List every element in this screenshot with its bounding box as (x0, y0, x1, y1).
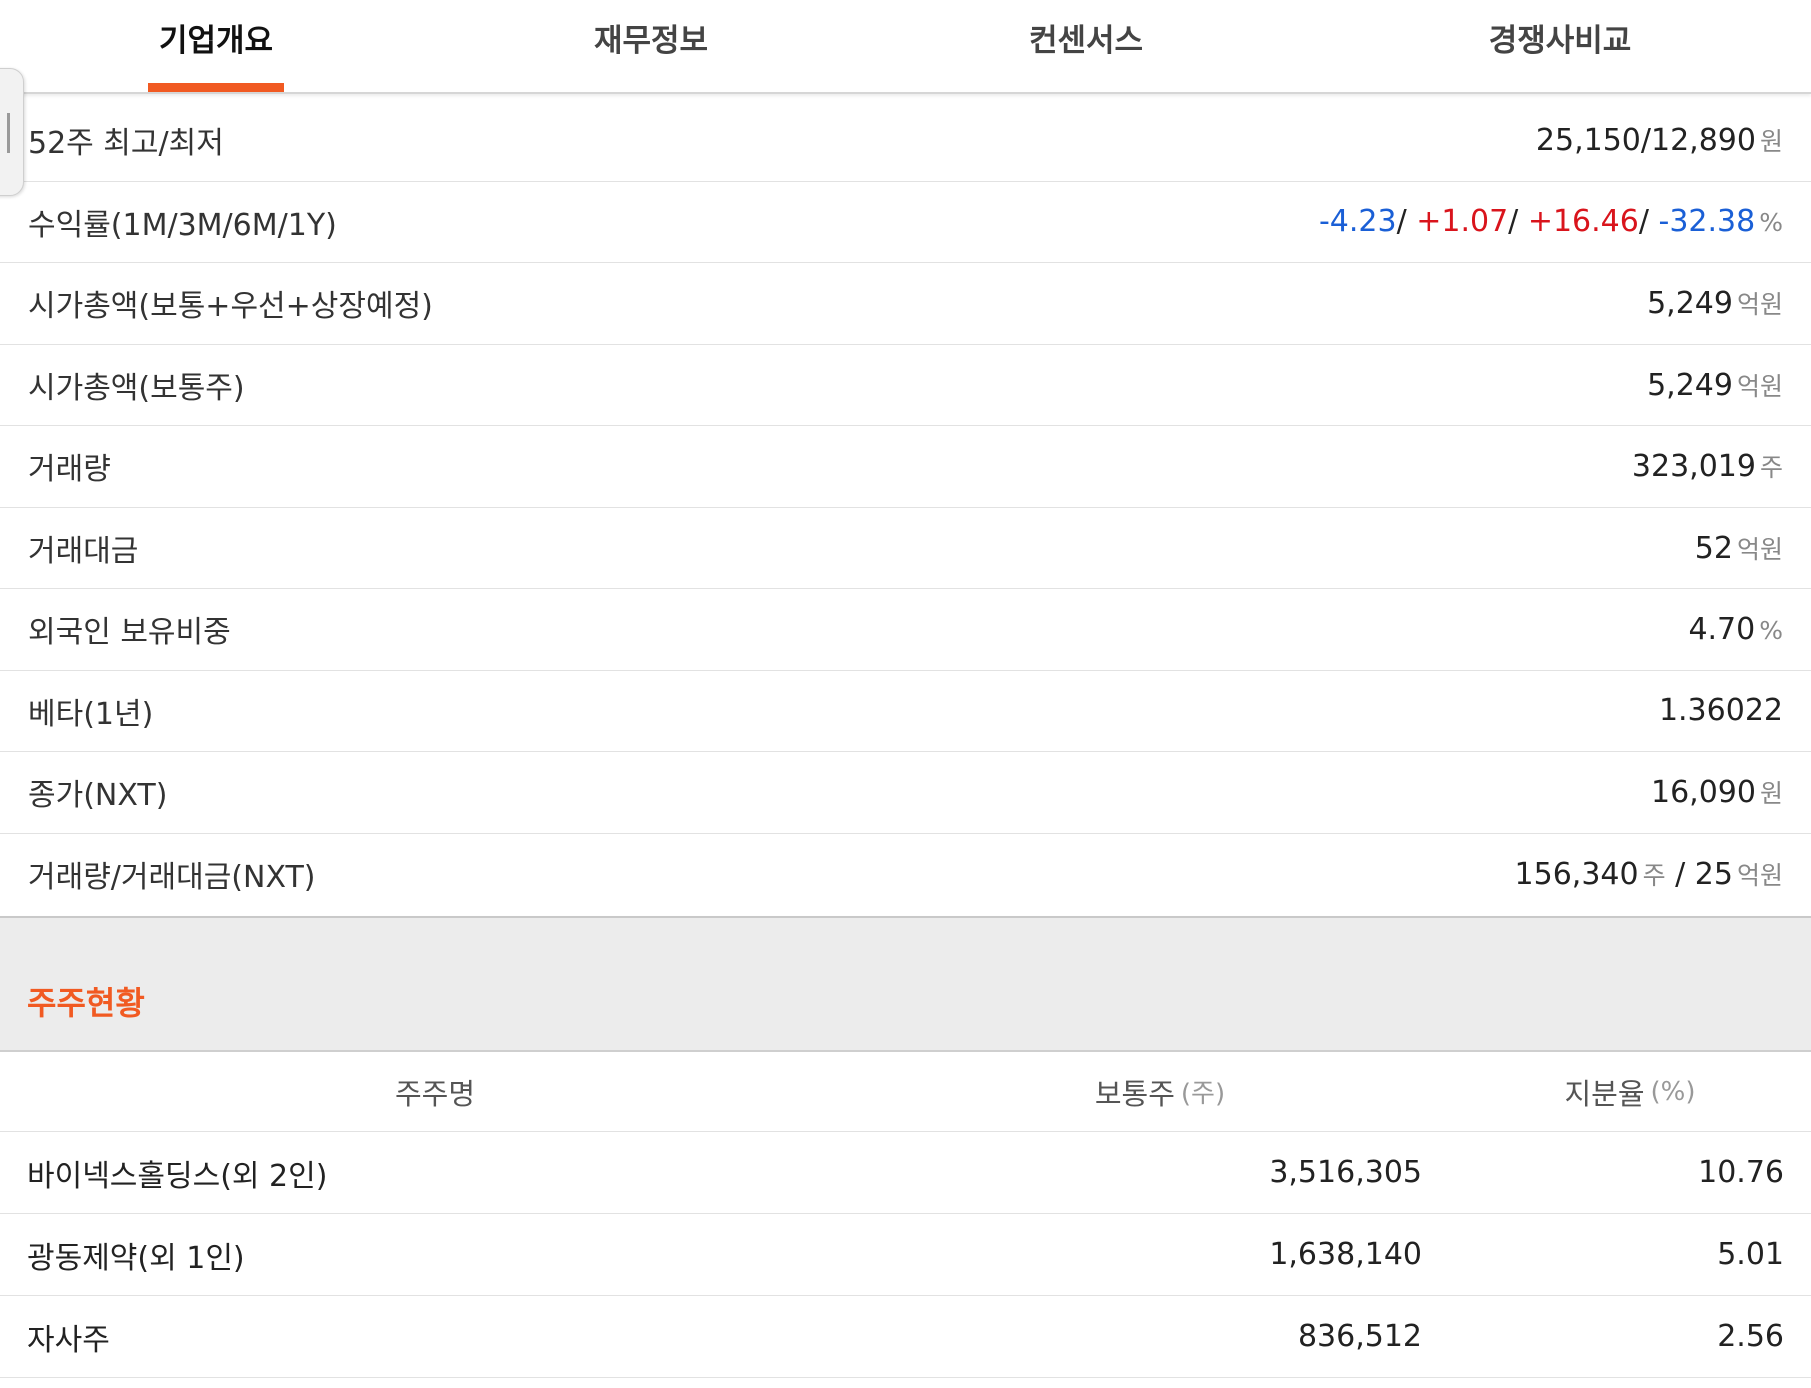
row-value: 25,150/12,890 원 (1536, 122, 1783, 158)
tab-label: 경쟁사비교 (1488, 23, 1632, 59)
column-header-name: 주주명 (394, 1076, 476, 1111)
row-label: 베타(1년) (28, 696, 154, 732)
row-value: 16,090 원 (1651, 774, 1783, 810)
row-label: 종가(NXT) (28, 778, 168, 814)
value-text: 156,340 (1514, 857, 1639, 893)
column-header-common: 보통주 (주) (1000, 1052, 1320, 1131)
separator: / (1396, 204, 1417, 240)
column-header-ratio: 지분율 (%) (1450, 1052, 1810, 1131)
tab-financial-info[interactable]: 재무정보 (581, 0, 721, 92)
unit-text: 억원 (1736, 371, 1783, 401)
value-text: 25 (1694, 857, 1733, 893)
return-6m: +16.46 (1527, 204, 1639, 240)
tab-label: 기업개요 (158, 23, 274, 59)
unit-text: (%) (1650, 1076, 1696, 1107)
info-row-market-cap-total: 시가총액(보통+우선+상장예정) 5,249 억원 (0, 263, 1811, 345)
row-value: -4.23/ +1.07/ +16.46/ -32.38% (1319, 204, 1783, 239)
value-text: 52 (1694, 530, 1733, 566)
unit-text: 원 (1759, 779, 1783, 809)
tab-label: 재무정보 (593, 23, 709, 59)
row-label: 거래대금 (28, 533, 139, 569)
unit-text: % (1759, 208, 1783, 238)
row-value: 52 억원 (1695, 530, 1783, 566)
value-text: 25,150/12,890 (1535, 123, 1756, 159)
unit-text: 주 (1642, 861, 1666, 891)
value-text: 1.36022 (1658, 693, 1783, 729)
info-row-trade-value: 거래대금 52 억원 (0, 508, 1811, 589)
header-text: 지분율 (1564, 1076, 1645, 1111)
row-value: 4.70% (1688, 612, 1783, 647)
info-row-volume: 거래량 323,019 주 (0, 426, 1811, 508)
row-label: 수익률(1M/3M/6M/1Y) (28, 207, 337, 243)
row-value: 323,019 주 (1632, 448, 1783, 484)
shareholders-section-header: 주주현황 (0, 918, 1811, 1052)
separator: / (1508, 204, 1528, 240)
unit-text: % (1759, 615, 1783, 645)
common-shares: 836,512 (1297, 1319, 1422, 1354)
unit-text: 억원 (1736, 534, 1783, 564)
row-value: 1.36022 (1659, 693, 1783, 728)
tab-company-overview[interactable]: 기업개요 (148, 0, 284, 92)
row-value: 156,340 주 / 25 억원 (1515, 856, 1783, 892)
row-value: 5,249 억원 (1647, 367, 1783, 403)
shareholder-name: 바이넥스홀딩스(외 2인) (27, 1158, 328, 1194)
common-shares: 1,638,140 (1269, 1237, 1422, 1272)
side-panel-handle[interactable] (0, 68, 24, 196)
value-text: 16,090 (1651, 775, 1756, 811)
shareholder-name: 자사주 (27, 1322, 110, 1358)
return-1m: -4.23 (1318, 204, 1397, 240)
value-text: 4.70 (1688, 611, 1756, 647)
row-label: 시가총액(보통주) (28, 370, 245, 406)
row-label: 52주 최고/최저 (28, 126, 224, 162)
table-row: 바이넥스홀딩스(외 2인) 3,516,305 10.76 (0, 1132, 1811, 1214)
row-label: 외국인 보유비중 (28, 615, 231, 651)
table-row: 광동제약(외 1인) 1,638,140 5.01 (0, 1214, 1811, 1296)
value-text: 5,249 (1647, 286, 1733, 322)
tab-label: 컨센서스 (1028, 23, 1144, 59)
tab-competitor-comparison[interactable]: 경쟁사비교 (1475, 0, 1645, 92)
shareholders-table: 주주명 보통주 (주) 지분율 (%) 바이넥스홀딩스(외 2인) 3,516,30… (0, 1052, 1811, 1378)
row-value: 5,249 억원 (1647, 285, 1783, 321)
row-label: 거래량 (28, 452, 111, 488)
info-row-volume-value-nxt: 거래량/거래대금(NXT) 156,340 주 / 25 억원 (0, 834, 1811, 916)
info-row-foreign-ownership: 외국인 보유비중 4.70% (0, 589, 1811, 671)
info-row-52week: 52주 최고/최저 25,150/12,890 원 (0, 100, 1811, 182)
tab-bar: 기업개요 재무정보 컨센서스 경쟁사비교 (0, 0, 1811, 94)
unit-text: 주 (1759, 453, 1783, 483)
unit-text: 억원 (1736, 861, 1783, 891)
unit-text: 원 (1759, 127, 1783, 157)
ownership-ratio: 10.76 (1698, 1155, 1784, 1190)
header-text: 보통주 (1094, 1076, 1175, 1111)
value-text: 323,019 (1631, 449, 1756, 485)
tab-consensus[interactable]: 컨센서스 (1016, 0, 1156, 92)
unit-text: 억원 (1736, 290, 1783, 320)
common-shares: 3,516,305 (1269, 1155, 1422, 1190)
company-info-list: 52주 최고/최저 25,150/12,890 원 수익률(1M/3M/6M/1Y… (0, 100, 1811, 915)
table-header: 주주명 보통주 (주) 지분율 (%) (0, 1052, 1811, 1132)
info-row-close-nxt: 종가(NXT) 16,090 원 (0, 752, 1811, 834)
separator: / (1638, 204, 1659, 240)
info-row-returns: 수익률(1M/3M/6M/1Y) -4.23/ +1.07/ +16.46/ -… (0, 182, 1811, 263)
info-row-beta: 베타(1년) 1.36022 (0, 671, 1811, 752)
ownership-ratio: 2.56 (1717, 1319, 1784, 1354)
grip-icon (7, 113, 10, 153)
active-tab-indicator (148, 83, 284, 92)
row-label: 거래량/거래대금(NXT) (28, 860, 316, 896)
value-text: 5,249 (1647, 367, 1733, 403)
table-row: 자사주 836,512 2.56 (0, 1296, 1811, 1378)
return-3m: +1.07 (1416, 204, 1509, 240)
shareholder-name: 광동제약(외 1인) (27, 1240, 245, 1276)
row-label: 시가총액(보통+우선+상장예정) (28, 289, 433, 325)
info-row-market-cap-common: 시가총액(보통주) 5,249 억원 (0, 345, 1811, 426)
separator: / (1665, 857, 1695, 893)
unit-text: (주) (1180, 1079, 1226, 1109)
return-1y: -32.38 (1658, 204, 1756, 240)
ownership-ratio: 5.01 (1717, 1237, 1784, 1272)
section-title: 주주현황 (27, 984, 145, 1022)
